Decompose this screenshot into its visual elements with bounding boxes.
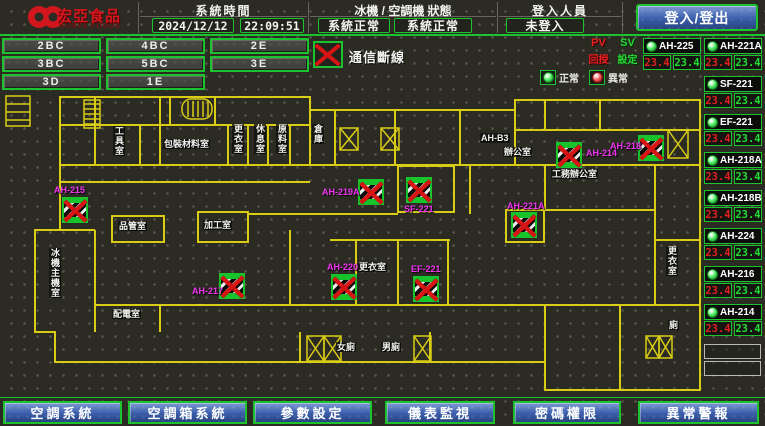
disconnected-marker-ah-218[interactable] (638, 135, 664, 161)
disconnected-marker-ah-220[interactable] (331, 274, 357, 300)
room-label: 更衣室 (232, 124, 244, 154)
room-label: 配電室 (112, 309, 141, 319)
room-label: 男廁 (381, 342, 401, 352)
room-label: 品管室 (118, 221, 147, 231)
marker-label: AH-217 (192, 286, 223, 296)
marker-label: AH-218 (610, 141, 641, 151)
marker-label: AH-215 (54, 185, 85, 195)
room-label: 工務辦公室 (551, 169, 598, 179)
room-label: 更衣室 (666, 246, 678, 276)
room-label: AH-B3 (480, 133, 510, 143)
marker-label: EF-221 (411, 264, 441, 274)
disconnected-marker-ef-221[interactable] (413, 276, 439, 302)
disconnected-marker-sf-221[interactable] (406, 177, 432, 203)
floor-plan-overlay: AH-215 AH-217 AH-219A SF-221 AH-221A EF-221 AH… (0, 0, 765, 426)
marker-label: AH-221A (507, 201, 545, 211)
room-label: 加工室 (203, 220, 232, 230)
room-label: 倉庫 (312, 124, 324, 144)
disconnected-marker-ah-214[interactable] (556, 142, 582, 168)
room-label: 冰機主機室 (49, 248, 61, 298)
room-label: 休息室 (254, 124, 266, 154)
room-label: 女廁 (336, 342, 356, 352)
room-label: 廁 (668, 320, 679, 330)
room-label: 包裝材料室 (163, 139, 210, 149)
marker-label: SF-221 (404, 204, 434, 214)
room-label: 辦公室 (503, 147, 532, 157)
marker-label: AH-219A (322, 187, 360, 197)
disconnected-marker-ah-219a[interactable] (358, 179, 384, 205)
disconnected-marker-ah-221a[interactable] (511, 212, 537, 238)
room-label: 更衣室 (358, 262, 387, 272)
hmi-screen: AH-215 AH-217 AH-219A SF-221 AH-221A EF-221 AH… (0, 0, 765, 426)
disconnected-marker-ah-215[interactable] (62, 197, 88, 223)
room-label: 工具室 (113, 126, 125, 156)
room-label: 原料室 (276, 124, 288, 154)
marker-label: AH-220 (327, 262, 358, 272)
